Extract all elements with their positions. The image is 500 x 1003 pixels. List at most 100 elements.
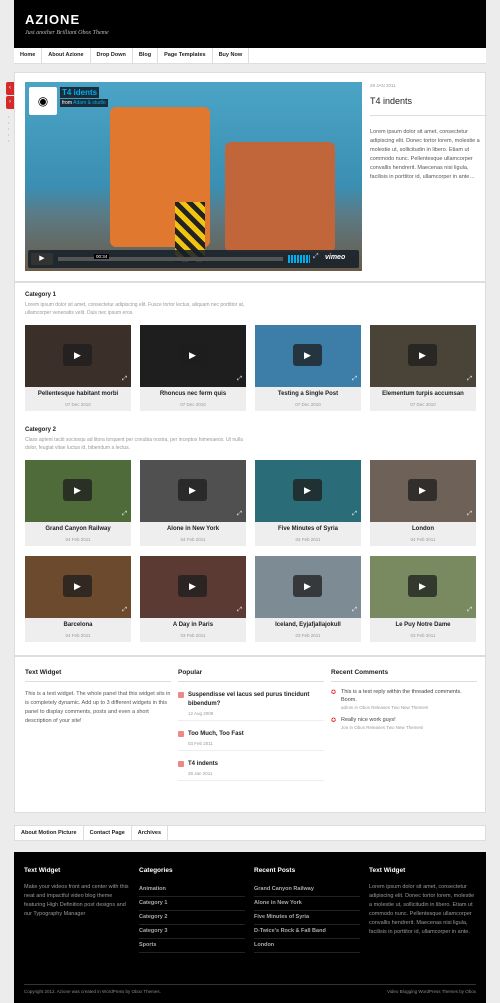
- card-title[interactable]: Rhoncus nec ferm quis: [140, 391, 246, 397]
- footer-link[interactable]: Animation: [139, 883, 245, 897]
- footer-link[interactable]: Sports: [139, 939, 245, 953]
- play-icon[interactable]: ▶: [408, 344, 437, 366]
- fullscreen-icon[interactable]: ⤢: [467, 376, 472, 383]
- video-card[interactable]: ▶ ⤢ Barcelona 04 Feb 2011: [25, 556, 131, 642]
- fullscreen-icon[interactable]: ⤢: [467, 607, 472, 614]
- popular-item[interactable]: Too Much, Too Fast 03 Feb 2011: [178, 726, 324, 751]
- footer-link[interactable]: D-Twice's Rock & Fall Band: [254, 925, 360, 939]
- video-thumbnail[interactable]: ▶ ⤢: [255, 556, 361, 618]
- slider-dots[interactable]: • • • • •: [8, 114, 9, 144]
- footer-nav-item[interactable]: Contact Page: [84, 826, 132, 840]
- video-thumbnail[interactable]: ▶ ⤢: [255, 460, 361, 522]
- fullscreen-icon[interactable]: ⤢: [122, 376, 127, 383]
- site-logo[interactable]: AZIONE: [25, 12, 80, 27]
- card-title[interactable]: A Day in Paris: [140, 622, 246, 628]
- play-icon[interactable]: ▶: [178, 344, 207, 366]
- video-card[interactable]: ▶ ⤢ A Day in Paris 03 Feb 2011: [140, 556, 246, 642]
- play-icon[interactable]: ▶: [293, 575, 322, 597]
- play-icon[interactable]: ▶: [178, 575, 207, 597]
- fullscreen-icon[interactable]: ⤢: [467, 511, 472, 518]
- card-title[interactable]: Pellentesque habitant morbi: [25, 391, 131, 397]
- card-title[interactable]: Five Minutes of Syria: [255, 526, 361, 532]
- video-thumbnail[interactable]: ▶ ⤢: [25, 556, 131, 618]
- video-player[interactable]: ◉ T4 idents from Adam & studio ▶ 00:34 ⤢…: [25, 82, 362, 271]
- nav-item-buy-now[interactable]: Buy Now: [213, 48, 250, 63]
- chevron-left-icon[interactable]: ‹: [6, 82, 14, 95]
- footer-link[interactable]: Category 2: [139, 911, 245, 925]
- footer-link[interactable]: Five Minutes of Syria: [254, 911, 360, 925]
- fullscreen-icon[interactable]: ⤢: [313, 253, 319, 261]
- comment-item[interactable]: ✪ This is a test reply within the threade…: [331, 688, 477, 710]
- video-card[interactable]: ▶ ⤢ Testing a Single Post 07 Dec 2010: [255, 325, 361, 411]
- fullscreen-icon[interactable]: ⤢: [237, 607, 242, 614]
- footer-link[interactable]: Alone in New York: [254, 897, 360, 911]
- video-thumbnail[interactable]: ▶ ⤢: [140, 325, 246, 387]
- video-card[interactable]: ▶ ⤢ Alone in New York 04 Feb 2011: [140, 460, 246, 546]
- comment-meta[interactable]: admin in Obox Releases Two New Themes!: [341, 705, 477, 710]
- video-card[interactable]: ▶ ⤢ Iceland, Eyjafjallajokull 03 Feb 2011: [255, 556, 361, 642]
- play-icon[interactable]: ▶: [408, 575, 437, 597]
- video-card[interactable]: ▶ ⤢ Grand Canyon Railway 04 Feb 2011: [25, 460, 131, 546]
- fullscreen-icon[interactable]: ⤢: [237, 376, 242, 383]
- nav-item-blog[interactable]: Blog: [133, 48, 159, 63]
- card-title[interactable]: Testing a Single Post: [255, 391, 361, 397]
- footer-link[interactable]: Grand Canyon Railway: [254, 883, 360, 897]
- video-card[interactable]: ▶ ⤢ Five Minutes of Syria 04 Feb 2011: [255, 460, 361, 546]
- card-title[interactable]: Grand Canyon Railway: [25, 526, 131, 532]
- fullscreen-icon[interactable]: ⤢: [122, 511, 127, 518]
- card-title[interactable]: London: [370, 526, 476, 532]
- fullscreen-icon[interactable]: ⤢: [237, 511, 242, 518]
- footer-nav-item[interactable]: About Motion Picture: [15, 826, 84, 840]
- video-thumbnail[interactable]: ▶ ⤢: [140, 460, 246, 522]
- volume-icon[interactable]: [288, 255, 310, 263]
- comment-meta[interactable]: Jon in Obox Releases Two New Themes!: [341, 725, 477, 730]
- popular-title[interactable]: T4 indents: [188, 760, 324, 769]
- video-thumbnail[interactable]: ▶ ⤢: [370, 460, 476, 522]
- nav-item-page-templates[interactable]: Page Templates: [158, 48, 213, 63]
- video-card[interactable]: ▶ ⤢ London 04 Feb 2011: [370, 460, 476, 546]
- comment-item[interactable]: ✪ Really nice work guys! Jon in Obox Relea…: [331, 716, 477, 730]
- channel-avatar[interactable]: ◉: [29, 87, 57, 115]
- fullscreen-icon[interactable]: ⤢: [352, 376, 357, 383]
- video-thumbnail[interactable]: ▶ ⤢: [140, 556, 246, 618]
- nav-item-about[interactable]: About Azione: [42, 48, 91, 63]
- chevron-right-icon[interactable]: ›: [6, 96, 14, 109]
- video-thumbnail[interactable]: ▶ ⤢: [370, 556, 476, 618]
- theme-credit[interactable]: Video Blogging WordPress Themes by Obox: [387, 989, 476, 994]
- popular-title[interactable]: Too Much, Too Fast: [188, 730, 324, 739]
- video-thumbnail[interactable]: ▶ ⤢: [25, 460, 131, 522]
- popular-item[interactable]: Suspendisse vel lacus sed purus tincidun…: [178, 687, 324, 721]
- play-icon[interactable]: ▶: [31, 253, 53, 265]
- play-icon[interactable]: ▶: [293, 479, 322, 501]
- video-author-link[interactable]: Adam & studio: [73, 100, 106, 106]
- fullscreen-icon[interactable]: ⤢: [352, 607, 357, 614]
- footer-nav-item[interactable]: Archives: [132, 826, 169, 840]
- card-title[interactable]: Le Puy Notre Dame: [370, 622, 476, 628]
- vimeo-logo[interactable]: vimeo: [325, 254, 345, 261]
- video-title[interactable]: T4 idents: [60, 87, 100, 98]
- video-progress-bar[interactable]: 00:34: [58, 254, 283, 261]
- play-icon[interactable]: ▶: [63, 575, 92, 597]
- category-2-title[interactable]: Category 2: [25, 427, 477, 433]
- video-thumbnail[interactable]: ▶ ⤢: [25, 325, 131, 387]
- post-title[interactable]: T4 indents: [370, 96, 412, 106]
- category-1-title[interactable]: Category 1: [25, 292, 477, 298]
- play-icon[interactable]: ▶: [63, 479, 92, 501]
- popular-item[interactable]: T4 indents 28 Jan 2011: [178, 756, 324, 781]
- video-card[interactable]: ▶ ⤢ Le Puy Notre Dame 03 Feb 2011: [370, 556, 476, 642]
- video-thumbnail[interactable]: ▶ ⤢: [255, 325, 361, 387]
- play-icon[interactable]: ▶: [178, 479, 207, 501]
- card-title[interactable]: Alone in New York: [140, 526, 246, 532]
- card-title[interactable]: Elementum turpis accumsan: [370, 391, 476, 397]
- comment-text[interactable]: Really nice work guys!: [341, 716, 477, 724]
- play-icon[interactable]: ▶: [408, 479, 437, 501]
- nav-item-dropdown[interactable]: Drop Down: [91, 48, 133, 63]
- comment-text[interactable]: This is a test reply within the threaded…: [341, 688, 477, 704]
- video-card[interactable]: ▶ ⤢ Rhoncus nec ferm quis 07 Dec 2010: [140, 325, 246, 411]
- footer-link[interactable]: Category 1: [139, 897, 245, 911]
- footer-link[interactable]: Category 3: [139, 925, 245, 939]
- fullscreen-icon[interactable]: ⤢: [122, 607, 127, 614]
- video-card[interactable]: ▶ ⤢ Pellentesque habitant morbi 07 Dec 2010: [25, 325, 131, 411]
- popular-title[interactable]: Suspendisse vel lacus sed purus tincidun…: [188, 691, 324, 709]
- footer-link[interactable]: London: [254, 939, 360, 953]
